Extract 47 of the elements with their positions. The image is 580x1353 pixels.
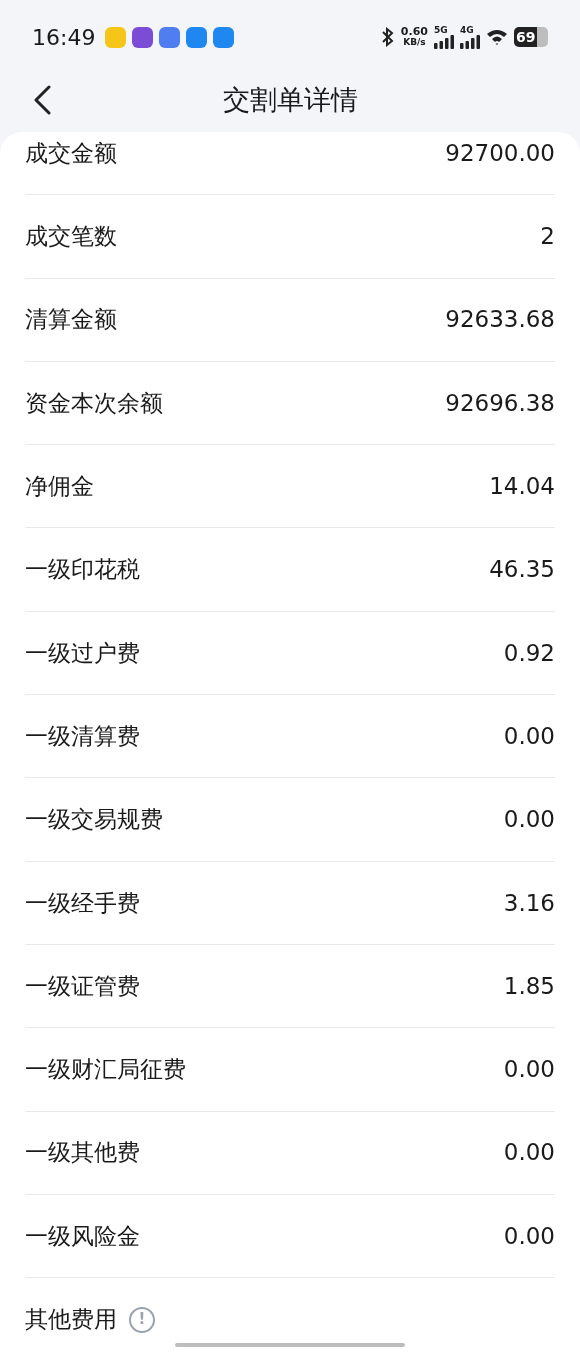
back-icon[interactable] [33,85,51,115]
row-value: 0.00 [503,1055,555,1085]
row-label: 一级经手费 [25,888,140,918]
row-value: 3.16 [503,888,555,918]
row-label: 一级过户费 [25,638,140,668]
row-value: 0.00 [503,805,555,835]
row-label: 一级风险金 [25,1221,140,1251]
row-value: 14.04 [489,472,555,502]
row-value: 0.92 [503,638,555,668]
app-icon [105,26,127,48]
row-value: 0.00 [503,1221,555,1251]
row-label: 一级印花税 [25,555,140,585]
network-speed: 0.60 [400,27,428,37]
network-type: 5G [434,25,448,35]
row-value: 1.85 [503,971,555,1001]
row-label: 一级交易规费 [25,805,163,835]
app-icon [186,26,208,48]
row-label: 一级清算费 [25,721,140,751]
wifi-icon [486,29,508,45]
row-label: 一级证管费 [25,971,140,1001]
app-icon [132,26,154,48]
row-label: 一级财汇局征费 [25,1055,186,1085]
app-icon [213,26,235,48]
row-value: 92633.68 [445,305,555,335]
row-value: 0.00 [503,1138,555,1168]
network-speed-unit: KB/s [403,37,426,47]
info-icon[interactable]: ! [129,1306,155,1333]
network-type: 4G [460,25,474,35]
battery-level: 69 [516,30,536,44]
app-icon [159,26,181,48]
row-value: 92700.00 [445,138,555,168]
page-title: 交割单详情 [222,82,358,117]
signal-icon [460,34,480,49]
row-label: 成交笔数 [25,222,117,252]
row-label: 净佣金 [25,472,94,502]
row-label: 其他费用 [25,1305,117,1335]
row-label: 清算金额 [25,305,117,335]
status-time: 16:49 [32,23,96,52]
row-value: 2 [540,222,555,252]
signal-icon [434,34,454,49]
row-label: 成交金额 [25,138,117,168]
row-value: 46.35 [489,555,555,585]
row-value: 92696.38 [445,388,555,418]
row-label: 一级其他费 [25,1138,140,1168]
row-label: 资金本次余额 [25,388,163,418]
bluetooth-icon [380,27,395,47]
row-value: 0.00 [503,721,555,751]
